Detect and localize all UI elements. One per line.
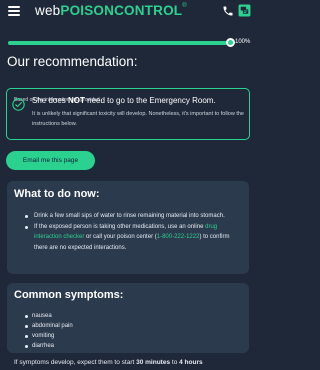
headline-post: need to go to the Emergency Room. xyxy=(84,96,216,105)
common-symptoms-card: Common symptoms: nausea abdominal pain v… xyxy=(7,283,249,353)
onset-start: 30 minutes xyxy=(136,359,171,366)
check-circle-icon xyxy=(12,98,25,111)
phone-icon[interactable] xyxy=(222,5,234,17)
item2-mid: or call your poison center ( xyxy=(84,234,157,240)
progress-bar-fill xyxy=(8,41,232,45)
what-to-do-list: Drink a few small sips of water to rinse… xyxy=(24,211,240,253)
what-to-do-title: What to do now: xyxy=(14,188,100,200)
recommendation-detail: It is unlikely that significant toxicity… xyxy=(32,111,244,127)
progress-bar-knob xyxy=(226,38,235,47)
email-page-button[interactable]: Email me this page xyxy=(6,151,95,170)
logo-registered-mark: ® xyxy=(182,3,187,9)
what-to-do-card: What to do now: Drink a few small sips o… xyxy=(7,181,249,274)
onset-pre: If symptoms develop, expect them to star… xyxy=(14,359,137,366)
progress-percent-label: 100% xyxy=(235,39,251,45)
symptom-onset-text: If symptoms develop, expect them to star… xyxy=(14,359,203,366)
poison-center-phone-link[interactable]: 1-800-222-1222 xyxy=(157,234,200,240)
onset-end: 4 hours xyxy=(179,359,203,366)
top-navbar: webPOISONCONTROL® xyxy=(0,0,256,22)
recommendation-headline: She does NOT need to go to the Emergency… xyxy=(32,96,216,105)
onset-mid: to xyxy=(170,359,180,366)
headline-pre: She does xyxy=(32,96,69,105)
headline-not: NOT xyxy=(68,96,85,105)
list-item: If the exposed person is taking other me… xyxy=(24,222,240,254)
list-item: abdominal pain xyxy=(24,321,73,331)
symptoms-list: nausea abdominal pain vomiting diarrhea xyxy=(24,311,73,351)
progress-bar xyxy=(8,38,235,47)
logo-brand-text: POISONCONTROL xyxy=(60,3,183,18)
list-item: vomiting xyxy=(24,331,73,341)
list-item: Drink a few small sips of water to rinse… xyxy=(24,211,240,222)
hamburger-menu-icon[interactable] xyxy=(8,6,20,16)
item2-pre: If the exposed person is taking other me… xyxy=(34,223,206,230)
common-symptoms-title: Common symptoms: xyxy=(14,289,124,301)
logo-web-text: web xyxy=(35,3,61,18)
list-item: nausea xyxy=(24,311,73,321)
chat-icon[interactable] xyxy=(238,4,251,17)
recommendation-title: Our recommendation: xyxy=(7,54,138,69)
list-item: diarrhea xyxy=(24,341,73,351)
site-logo[interactable]: webPOISONCONTROL® xyxy=(35,3,187,18)
